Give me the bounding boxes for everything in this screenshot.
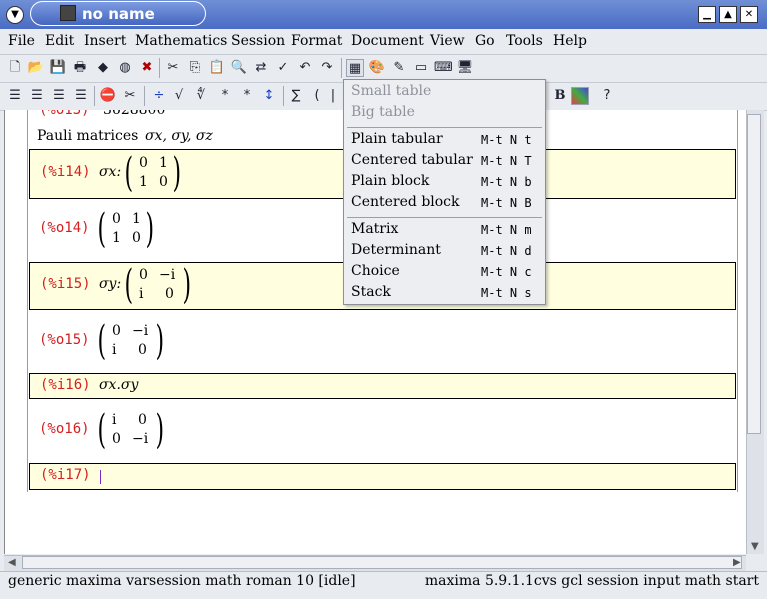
text-line-prefix: Pauli matrices	[37, 128, 139, 144]
print-icon[interactable]: 🖶	[71, 59, 89, 77]
menu-item-centered-block[interactable]: Centered block M-t N B	[344, 193, 545, 214]
minimize-button[interactable]: ▁	[698, 6, 716, 23]
maximize-button[interactable]: ▲	[719, 6, 737, 23]
status-bar: generic maxima varsession math roman 10 …	[0, 571, 767, 599]
input-prompt: (%i17)	[40, 467, 91, 483]
output-prompt: (%o13)	[39, 110, 90, 118]
output-value: 3628800	[103, 110, 166, 118]
menu-help[interactable]: Help	[553, 33, 587, 49]
sqrt-icon[interactable]: √	[170, 87, 188, 105]
session-guide-left	[27, 110, 28, 492]
save-icon[interactable]: 💾	[49, 59, 67, 77]
status-right: maxima 5.9.1.1cvs gcl session input math…	[424, 573, 759, 589]
session-guide-right	[737, 110, 738, 492]
menu-item-plain-block[interactable]: Plain block M-t N b	[344, 172, 545, 193]
input-prompt: (%i16)	[40, 377, 91, 393]
scroll-down-icon[interactable]: ▼	[751, 541, 759, 552]
matrix: () 0 1 1 0	[124, 150, 182, 196]
menu-format[interactable]: Format	[291, 33, 342, 49]
horizontal-scroll-thumb[interactable]	[22, 556, 742, 569]
session-icon[interactable]: ⌨	[434, 59, 453, 77]
menubar: File Edit Insert Mathematics Session For…	[0, 29, 767, 55]
menu-tools[interactable]: Tools	[506, 33, 543, 49]
replace-icon[interactable]: ⇄	[252, 59, 270, 77]
stop-icon[interactable]: ⛔	[99, 87, 117, 105]
menu-item-stack[interactable]: Stack M-t N s	[344, 283, 545, 304]
justify-icon[interactable]: ☰	[72, 87, 90, 105]
window-menu-button[interactable]: ▼	[6, 6, 24, 24]
open-folder-icon[interactable]: 📂	[27, 59, 45, 77]
menu-item-centered-tabular[interactable]: Centered tabular M-t N T	[344, 151, 545, 172]
menu-item-determinant[interactable]: Determinant M-t N d	[344, 241, 545, 262]
matrix: () 0 −i i 0	[124, 262, 192, 308]
window-title: no name	[82, 5, 155, 23]
fraction-icon[interactable]: ÷	[150, 87, 168, 105]
output-prompt: (%o14)	[39, 220, 90, 236]
monitor-icon[interactable]: 🖥	[456, 59, 474, 77]
menu-item-small-table: Small table	[351, 83, 432, 99]
status-left: generic maxima varsession math roman 10 …	[8, 573, 356, 589]
menu-item-plain-tabular[interactable]: Plain tabular M-t N t	[344, 130, 545, 151]
input-cell-i16[interactable]: (%i16) σx.σy	[29, 373, 736, 399]
menu-document[interactable]: Document	[351, 33, 424, 49]
cell-label: σy:	[99, 276, 122, 292]
table-dropdown-menu: Small table Big table Plain tabular M-t N…	[343, 79, 546, 305]
matrix: () 0 1 1 0	[97, 206, 155, 252]
paste-icon[interactable]: 📋	[208, 59, 226, 77]
help-icon[interactable]: ?	[598, 87, 616, 105]
image-icon[interactable]: 🎨	[368, 59, 386, 77]
align-left-icon[interactable]: ☰	[6, 87, 24, 105]
scroll-left-icon[interactable]: ◀	[8, 557, 16, 568]
vertical-scroll-thumb[interactable]	[747, 114, 761, 434]
output-prompt: (%o15)	[39, 332, 90, 348]
nth-root-icon[interactable]: ∜	[192, 87, 210, 105]
menu-session[interactable]: Session	[231, 33, 285, 49]
menu-go[interactable]: Go	[475, 33, 495, 49]
cell-expression: σx.σy	[99, 377, 139, 393]
spell-icon[interactable]: ✓	[274, 59, 292, 77]
bar-icon[interactable]: |	[324, 87, 342, 105]
web-icon[interactable]: ◍	[116, 59, 134, 77]
input-prompt: (%i15)	[40, 276, 91, 292]
find-icon[interactable]: 🔍	[230, 59, 248, 77]
export-icon[interactable]: ◆	[94, 59, 112, 77]
text-line-symbols: σx, σy, σz	[145, 128, 213, 144]
menu-item-big-table: Big table	[351, 104, 415, 120]
cell-label: σx:	[99, 164, 122, 180]
output-prompt: (%o16)	[39, 421, 90, 437]
sum-icon[interactable]: ∑	[287, 87, 305, 105]
menu-file[interactable]: File	[8, 33, 35, 49]
pen-icon[interactable]: ✎	[390, 59, 408, 77]
menu-mathematics[interactable]: Mathematics	[135, 33, 227, 49]
scroll-right-icon[interactable]: ▶	[733, 557, 741, 568]
subscript-icon[interactable]: *	[216, 87, 234, 105]
menu-item-matrix[interactable]: Matrix M-t N m	[344, 220, 545, 241]
superscript-icon[interactable]: *	[238, 87, 256, 105]
color-grid-icon[interactable]	[571, 87, 589, 105]
matrix: () i 0 0 −i	[97, 407, 165, 453]
menu-edit[interactable]: Edit	[45, 33, 74, 49]
align-center-icon[interactable]: ☰	[28, 87, 46, 105]
align-right-icon[interactable]: ☰	[50, 87, 68, 105]
frame-icon[interactable]: ▭	[412, 59, 430, 77]
redo-icon[interactable]: ↷	[318, 59, 336, 77]
input-prompt: (%i14)	[40, 164, 91, 180]
bold-icon[interactable]: B	[551, 87, 569, 105]
input-cell-i17[interactable]: (%i17)	[29, 463, 736, 490]
cut-icon[interactable]: ✂	[164, 59, 182, 77]
updown-icon[interactable]: ↕	[260, 87, 278, 105]
menu-item-choice[interactable]: Choice M-t N c	[344, 262, 545, 283]
undo-icon[interactable]: ↶	[296, 59, 314, 77]
menu-insert[interactable]: Insert	[84, 33, 126, 49]
table-icon[interactable]: ▦	[346, 59, 364, 77]
close-button[interactable]: ✕	[740, 6, 758, 23]
matrix: () 0 −i i 0	[97, 318, 165, 364]
copy-icon[interactable]: ⎘	[186, 59, 204, 77]
app-icon	[60, 5, 76, 21]
scissors-math-icon[interactable]: ✂	[121, 87, 139, 105]
text-cursor	[100, 470, 101, 484]
new-document-icon[interactable]: 🗋	[6, 59, 24, 77]
cancel-icon[interactable]: ✖	[138, 59, 156, 77]
menu-view[interactable]: View	[430, 33, 465, 49]
